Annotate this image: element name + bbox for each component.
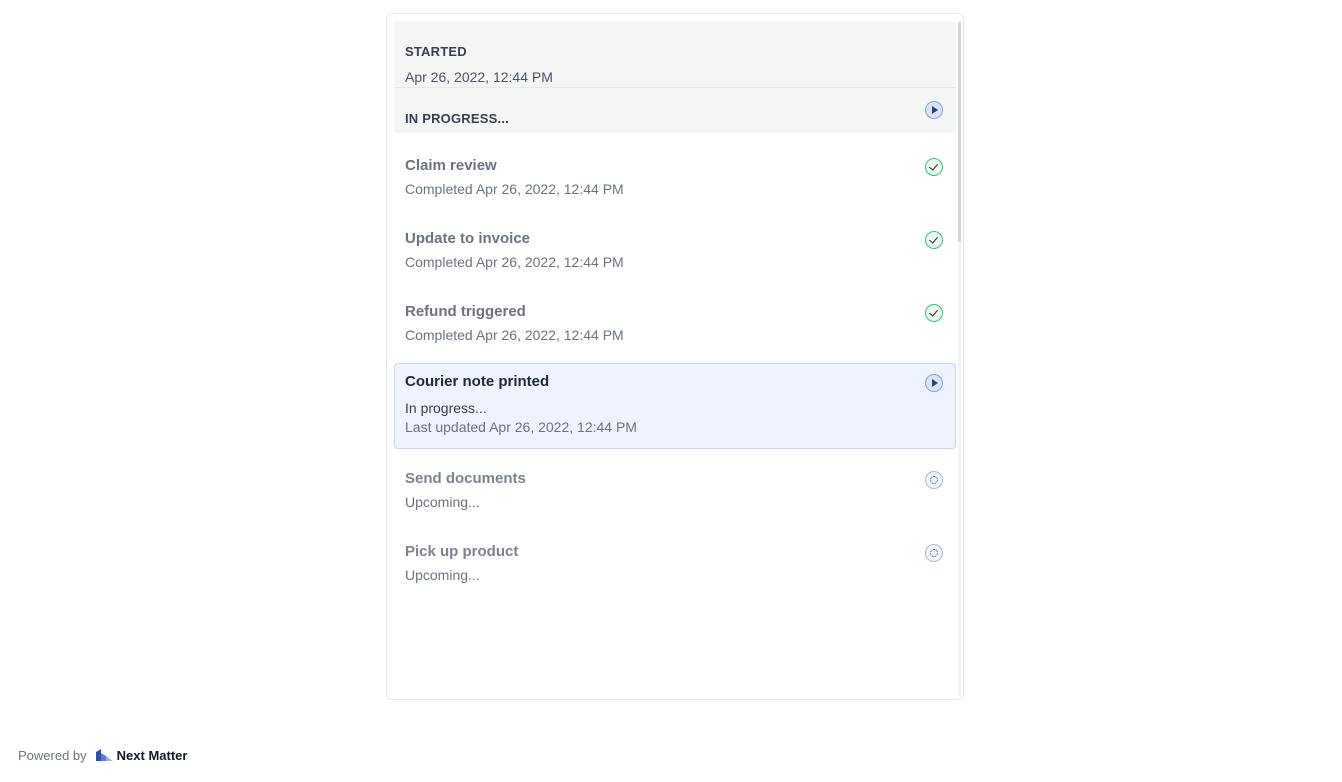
step-send-documents[interactable]: Send documents Upcoming...	[394, 460, 956, 528]
step-title: Send documents	[405, 470, 526, 487]
step-title: Claim review	[405, 157, 497, 174]
step-status-text: Upcoming...	[405, 567, 480, 583]
check-circle-icon	[925, 158, 943, 176]
step-status-text: Completed Apr 26, 2022, 12:44 PM	[405, 181, 624, 197]
play-icon	[925, 101, 943, 119]
step-claim-review[interactable]: Claim review Completed Apr 26, 2022, 12:…	[394, 147, 956, 215]
started-date: Apr 26, 2022, 12:44 PM	[405, 69, 553, 85]
pending-dots-icon	[925, 471, 943, 489]
started-label: STARTED	[405, 44, 467, 59]
check-circle-icon	[925, 304, 943, 322]
step-status-text: Completed Apr 26, 2022, 12:44 PM	[405, 254, 624, 270]
play-icon	[925, 374, 943, 392]
process-summary: STARTED Apr 26, 2022, 12:44 PM IN PROGRE…	[394, 21, 956, 133]
step-title: Courier note printed	[405, 373, 550, 390]
step-courier-note-printed[interactable]: Courier note printed In progress... Last…	[394, 363, 956, 449]
step-update-to-invoice[interactable]: Update to invoice Completed Apr 26, 2022…	[394, 220, 956, 288]
check-circle-icon	[925, 231, 943, 249]
step-pick-up-product[interactable]: Pick up product Upcoming...	[394, 533, 956, 601]
powered-by-footer: Powered by Next Matter	[18, 746, 187, 764]
step-last-updated: Last updated Apr 26, 2022, 12:44 PM	[405, 419, 637, 435]
brand-name[interactable]: Next Matter	[117, 748, 188, 763]
in-progress-label: IN PROGRESS...	[405, 111, 509, 126]
step-status-text: Upcoming...	[405, 494, 480, 510]
next-matter-logo-icon[interactable]	[95, 749, 113, 761]
powered-by-label: Powered by	[18, 747, 87, 763]
step-title: Update to invoice	[405, 230, 531, 247]
step-refund-triggered[interactable]: Refund triggered Completed Apr 26, 2022,…	[394, 293, 956, 361]
process-timeline-panel: STARTED Apr 26, 2022, 12:44 PM IN PROGRE…	[386, 13, 964, 700]
step-status-text: In progress...	[405, 400, 487, 416]
scrollbar-thumb[interactable]	[958, 22, 961, 242]
step-title: Refund triggered	[405, 303, 526, 320]
summary-divider	[394, 87, 956, 88]
pending-dots-icon	[925, 544, 943, 562]
step-status-text: Completed Apr 26, 2022, 12:44 PM	[405, 327, 624, 343]
step-title: Pick up product	[405, 543, 519, 560]
scrollbar[interactable]	[958, 20, 961, 696]
